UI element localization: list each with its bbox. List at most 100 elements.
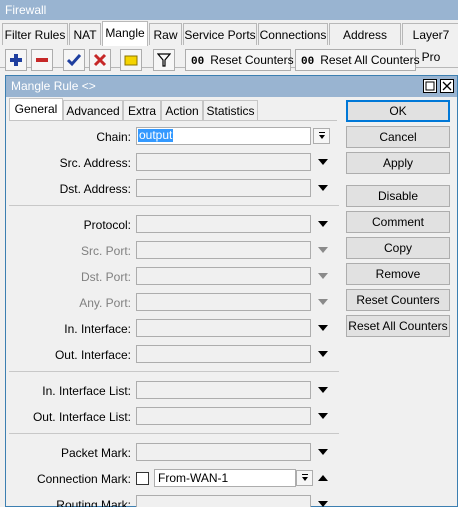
connection-mark-field[interactable]: From-WAN-1: [154, 469, 296, 487]
chain-field[interactable]: output: [136, 127, 311, 145]
protocol-label: Protocol:: [83, 218, 131, 232]
remove-button[interactable]: [31, 49, 53, 71]
minus-icon: [36, 58, 48, 62]
dialog-title: Mangle Rule <>: [6, 76, 457, 97]
in-interface-expand-icon[interactable]: [318, 325, 328, 331]
toolbar: 00 Reset Counters 00 Reset All Counters: [0, 47, 458, 75]
tab-general[interactable]: General: [9, 98, 63, 121]
src-address-expand-icon[interactable]: [318, 159, 328, 165]
in-interface-list-field[interactable]: [136, 381, 311, 399]
out-interface-list-expand-icon[interactable]: [318, 413, 328, 419]
src-port-expand-icon: [318, 247, 328, 253]
routing-mark-expand-icon[interactable]: [318, 501, 328, 507]
plus-icon: [10, 54, 22, 66]
out-interface-list-field[interactable]: [136, 407, 311, 425]
out-interface-field[interactable]: [136, 345, 311, 363]
dropdown-icon: [318, 132, 325, 139]
dst-address-field[interactable]: [136, 179, 311, 197]
any-port-label: Any. Port:: [79, 296, 131, 310]
comment-button[interactable]: [120, 49, 142, 71]
reset-counters-button[interactable]: 00 Reset Counters: [185, 49, 294, 71]
chain-label: Chain:: [96, 130, 131, 144]
general-form: Chain: output Src. Address: Dst. Address…: [9, 121, 339, 507]
tab-extra[interactable]: Extra: [123, 100, 161, 120]
src-port-field: [136, 241, 311, 259]
tab-address-lists[interactable]: Address Lists: [329, 23, 401, 64]
reset-all-counters-label: Reset All Counters: [320, 53, 420, 67]
cross-icon: [93, 53, 107, 67]
window-title: Firewall: [0, 0, 458, 20]
tab-connections[interactable]: Connections: [258, 23, 328, 45]
dialog-reset-counters-button[interactable]: Reset Counters: [346, 289, 450, 311]
apply-button[interactable]: Apply: [346, 152, 450, 174]
dst-port-expand-icon: [318, 273, 328, 279]
tab-filter-rules[interactable]: Filter Rules: [2, 23, 68, 45]
close-icon: [442, 81, 452, 91]
cancel-button[interactable]: Cancel: [346, 126, 450, 148]
disable-rule-button[interactable]: Disable: [346, 185, 450, 207]
in-interface-label: In. Interface:: [64, 322, 131, 336]
firewall-tabs: Filter Rules NAT Mangle Raw Service Port…: [0, 21, 458, 68]
src-port-label: Src. Port:: [80, 244, 131, 258]
dst-port-field: [136, 267, 311, 285]
separator: [9, 371, 339, 372]
tab-nat[interactable]: NAT: [69, 23, 101, 45]
tab-advanced[interactable]: Advanced: [63, 100, 123, 120]
counter-icon: 00: [301, 56, 315, 68]
in-interface-list-label: In. Interface List:: [42, 384, 131, 398]
in-interface-field[interactable]: [136, 319, 311, 337]
dst-port-label: Dst. Port:: [80, 270, 131, 284]
packet-mark-label: Packet Mark:: [60, 446, 131, 460]
separator: [9, 205, 339, 206]
remove-rule-button[interactable]: Remove: [346, 263, 450, 285]
out-interface-label: Out. Interface:: [54, 348, 131, 362]
add-button[interactable]: [5, 49, 27, 71]
packet-mark-expand-icon[interactable]: [318, 449, 328, 455]
dst-address-expand-icon[interactable]: [318, 185, 328, 191]
filter-icon: [157, 53, 171, 67]
maximize-button[interactable]: [423, 79, 437, 93]
any-port-field: [136, 293, 311, 311]
close-button[interactable]: [440, 79, 454, 93]
out-interface-expand-icon[interactable]: [318, 351, 328, 357]
protocol-expand-icon[interactable]: [318, 221, 328, 227]
maximize-icon: [425, 81, 435, 91]
separator: [9, 433, 339, 434]
counter-icon: 00: [191, 56, 205, 68]
tab-service-ports[interactable]: Service Ports: [183, 23, 257, 45]
connection-mark-dropdown-button[interactable]: [296, 470, 313, 486]
enable-button[interactable]: [63, 49, 85, 71]
tab-layer7-protocols[interactable]: Layer7 Pro: [402, 23, 458, 64]
ok-button[interactable]: OK: [346, 100, 450, 122]
src-address-label: Src. Address:: [59, 156, 131, 170]
disable-button[interactable]: [89, 49, 111, 71]
comment-rule-button[interactable]: Comment: [346, 211, 450, 233]
tab-action[interactable]: Action: [161, 100, 203, 120]
check-icon: [67, 54, 81, 67]
note-icon: [124, 55, 138, 66]
tab-raw[interactable]: Raw: [149, 23, 182, 45]
connection-mark-label: Connection Mark:: [36, 472, 131, 486]
protocol-field[interactable]: [136, 215, 311, 233]
tab-mangle[interactable]: Mangle: [102, 21, 148, 46]
reset-all-counters-button[interactable]: 00 Reset All Counters: [295, 49, 420, 71]
copy-button[interactable]: Copy: [346, 237, 450, 259]
chain-value: output: [138, 128, 174, 142]
src-address-field[interactable]: [136, 153, 311, 171]
tab-statistics[interactable]: Statistics: [203, 100, 258, 120]
dropdown-icon: [301, 474, 308, 481]
routing-mark-field[interactable]: [136, 495, 311, 507]
connection-mark-collapse-icon[interactable]: [318, 475, 328, 481]
reset-counters-label: Reset Counters: [210, 53, 294, 67]
filter-button[interactable]: [153, 49, 175, 71]
packet-mark-field[interactable]: [136, 443, 311, 461]
out-interface-list-label: Out. Interface List:: [32, 410, 131, 424]
connection-mark-negate-checkbox[interactable]: [136, 472, 149, 485]
any-port-expand-icon: [318, 299, 328, 305]
in-interface-list-expand-icon[interactable]: [318, 387, 328, 393]
dialog-reset-all-counters-button[interactable]: Reset All Counters: [346, 315, 450, 337]
dst-address-label: Dst. Address:: [59, 182, 131, 196]
chain-dropdown-button[interactable]: [313, 128, 330, 144]
mangle-rule-dialog: Mangle Rule <> General Advanced Extra Ac…: [5, 75, 458, 507]
routing-mark-label: Routing Mark:: [56, 498, 131, 507]
